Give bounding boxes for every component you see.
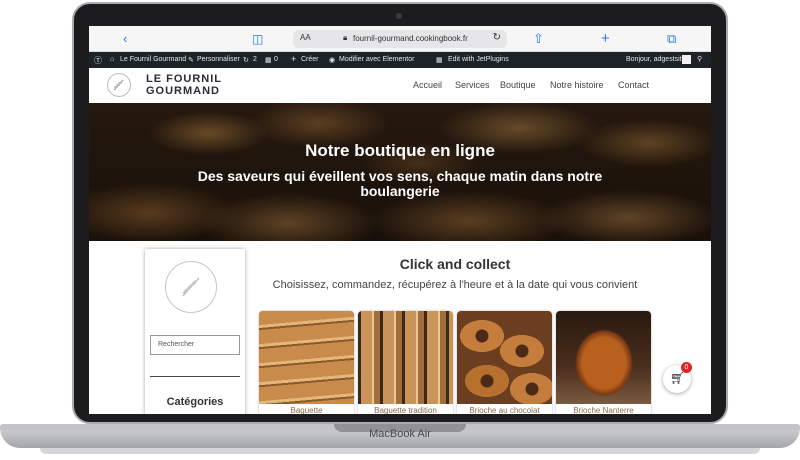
address-bar[interactable]: AA 🔒︎ fournil-gourmand.cookingbook.fr ↻	[293, 30, 507, 48]
wp-admin-bar: Ⓣ ⌂ Le Fournil Gourmand ✎ Personnaliser …	[89, 52, 711, 68]
hero-subtitle: Des saveurs qui éveillent vos sens, chaq…	[197, 168, 603, 199]
user-greeting[interactable]: Bonjour, adgestsite	[626, 56, 686, 63]
site-logo[interactable]	[107, 73, 131, 97]
product-name[interactable]: Baguette tradition	[358, 406, 453, 414]
basket-icon: 🛒︎	[670, 371, 686, 385]
nav-contact[interactable]: Contact	[618, 80, 649, 90]
brand-line-2: GOURMAND	[146, 85, 220, 97]
new-icon: +	[291, 54, 297, 64]
home-icon: ⌂	[110, 56, 115, 63]
text-size-button[interactable]: AA	[300, 33, 311, 42]
product-card[interactable]: Baguette tradition	[358, 311, 453, 414]
product-name[interactable]: Baguette	[259, 406, 354, 414]
sidebar-logo	[165, 261, 217, 313]
product-image[interactable]	[259, 311, 354, 404]
plus-icon[interactable]: +	[601, 31, 610, 47]
updates-icon: ↻	[243, 57, 249, 64]
tabs-icon[interactable]: ⧉	[667, 31, 676, 47]
laptop-shadow	[40, 448, 760, 454]
product-card[interactable]: Brioche au chocolat	[457, 311, 552, 414]
nav-accueil[interactable]: Accueil	[413, 80, 442, 90]
admin-site-name[interactable]: Le Fournil Gourmand	[120, 56, 186, 63]
jetplugins-icon: ▦	[436, 57, 443, 64]
elementor-icon: ◉	[329, 57, 336, 64]
page-title: Click and collect	[399, 256, 511, 272]
comments-count[interactable]: 0	[274, 56, 278, 63]
screen: ‹ ◫ AA 🔒︎ fournil-gourmand.cookingbook.f…	[89, 26, 711, 414]
edit-elementor-link[interactable]: Modifier avec Elementor	[339, 56, 414, 63]
divider	[150, 376, 240, 377]
avatar[interactable]	[682, 55, 691, 64]
url-text[interactable]: fournil-gourmand.cookingbook.fr	[353, 34, 468, 43]
nav-services[interactable]: Services	[455, 80, 490, 90]
product-card[interactable]: Brioche Nanterre	[556, 311, 651, 414]
product-image[interactable]	[556, 311, 651, 404]
categories-title: Catégories	[166, 396, 224, 408]
laptop: ‹ ◫ AA 🔒︎ fournil-gourmand.cookingbook.f…	[0, 0, 800, 460]
search-icon[interactable]: ⚲	[697, 55, 702, 63]
cart-count-badge: 0	[681, 362, 692, 373]
shop-sidebar: Rechercher Catégories	[145, 249, 245, 414]
brand-line-1: LE FOURNIL	[146, 73, 222, 85]
share-icon[interactable]: ⇧	[533, 31, 544, 47]
shop-content: Rechercher Catégories Click and collect …	[89, 241, 711, 414]
customize-link[interactable]: Personnaliser	[197, 56, 240, 63]
page-subtitle: Choisissez, commandez, récupérez à l'heu…	[272, 279, 638, 291]
sidebar-icon[interactable]: ◫	[252, 31, 263, 47]
wordpress-icon[interactable]: Ⓣ	[94, 55, 102, 66]
edit-jetplugins-link[interactable]: Edit with JetPlugins	[448, 56, 509, 63]
product-card[interactable]: Baguette	[259, 311, 354, 414]
brush-icon: ✎	[188, 57, 194, 64]
wheat-icon	[182, 277, 200, 297]
nav-notre-histoire[interactable]: Notre histoire	[550, 80, 604, 90]
reload-icon[interactable]: ↻	[493, 32, 501, 43]
hero-title: Notre boutique en ligne	[305, 141, 495, 160]
camera	[396, 13, 402, 19]
browser-toolbar: ‹ ◫ AA 🔒︎ fournil-gourmand.cookingbook.f…	[89, 26, 711, 52]
new-content-link[interactable]: Créer	[301, 56, 319, 63]
site-header: LE FOURNIL GOURMAND Accueil Services Bou…	[89, 68, 711, 103]
updates-count[interactable]: 2	[253, 56, 257, 63]
comments-icon: ▦	[265, 57, 272, 64]
product-image[interactable]	[457, 311, 552, 404]
hero-banner: Notre boutique en ligne Des saveurs qui …	[89, 103, 711, 241]
product-image[interactable]	[358, 311, 453, 404]
back-icon[interactable]: ‹	[123, 31, 127, 47]
site-brand[interactable]: LE FOURNIL GOURMAND	[146, 73, 222, 97]
product-name[interactable]: Brioche Nanterre	[556, 406, 651, 414]
lock-icon: 🔒︎	[343, 33, 348, 42]
search-input[interactable]: Rechercher	[150, 335, 240, 355]
cart-button[interactable]: 🛒︎ 0	[663, 362, 692, 393]
model-label: MacBook Air	[369, 428, 431, 440]
product-name[interactable]: Brioche au chocolat	[457, 406, 552, 414]
nav-boutique[interactable]: Boutique	[500, 80, 536, 90]
wheat-icon	[113, 79, 124, 91]
